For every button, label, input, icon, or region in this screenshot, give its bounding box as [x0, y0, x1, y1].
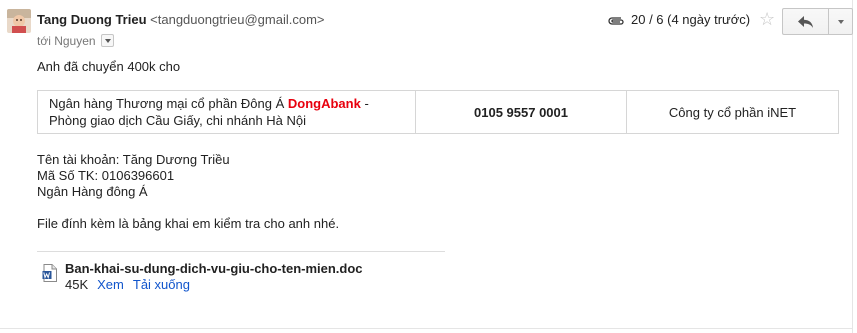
frame-border-bottom: [0, 328, 853, 329]
sender-avatar[interactable]: [7, 9, 31, 33]
bank-transfer-table: Ngân hàng Thương mại cổ phần Đông Á Dong…: [37, 90, 839, 134]
attachment-divider: [37, 251, 445, 252]
sender[interactable]: Tang Duong Trieu <tangduongtrieu@gmail.c…: [37, 12, 325, 27]
table-row: Ngân hàng Thương mại cổ phần Đông Á Dong…: [37, 90, 839, 134]
recipient-line: tới Nguyen: [37, 34, 114, 48]
account-name-line: Tên tài khoản: Tăng Dương Triều: [37, 152, 230, 167]
recipient-label: tới Nguyen: [37, 34, 96, 48]
account-number-cell: 0105 9557 0001: [415, 90, 627, 134]
more-actions-button[interactable]: [828, 8, 853, 35]
paperclip-icon: [606, 14, 624, 26]
attachment-meta: 45K Xem Tải xuống: [65, 277, 190, 292]
sender-name[interactable]: Tang Duong Trieu: [37, 12, 147, 27]
message-date: 20 / 6 (4 ngày trước): [631, 12, 751, 27]
attachment-size: 45K: [65, 277, 89, 292]
recipient-details-toggle[interactable]: [100, 34, 114, 47]
attachment-filename[interactable]: Ban-khai-su-dung-dich-vu-giu-cho-ten-mie…: [65, 261, 363, 276]
company-cell: Công ty cổ phần iNET: [626, 90, 839, 134]
reply-button[interactable]: [782, 8, 828, 35]
reply-arrow-icon: [798, 16, 813, 28]
bank-name-prefix: Ngân hàng Thương mại cổ phần Đông Á: [49, 96, 288, 111]
sender-email: <tangduongtrieu@gmail.com>: [150, 12, 325, 27]
greeting-line: Anh đã chuyển 400k cho: [37, 59, 181, 74]
closing-line: File đính kèm là bảng khai em kiểm tra c…: [37, 216, 340, 231]
bank-short-line: Ngân Hàng đông Á: [37, 184, 148, 199]
attachment-view-link[interactable]: Xem: [97, 277, 124, 292]
attachment-download-link[interactable]: Tải xuống: [133, 277, 190, 292]
star-icon[interactable]: ☆: [759, 9, 775, 29]
frame-border-right: [852, 0, 853, 333]
bank-name-cell: Ngân hàng Thương mại cổ phần Đông Á Dong…: [37, 90, 416, 134]
bank-brand: DongAbank: [287, 96, 361, 111]
account-id-line: Mã Số TK: 0106396601: [37, 168, 175, 183]
word-doc-icon: [42, 264, 58, 282]
